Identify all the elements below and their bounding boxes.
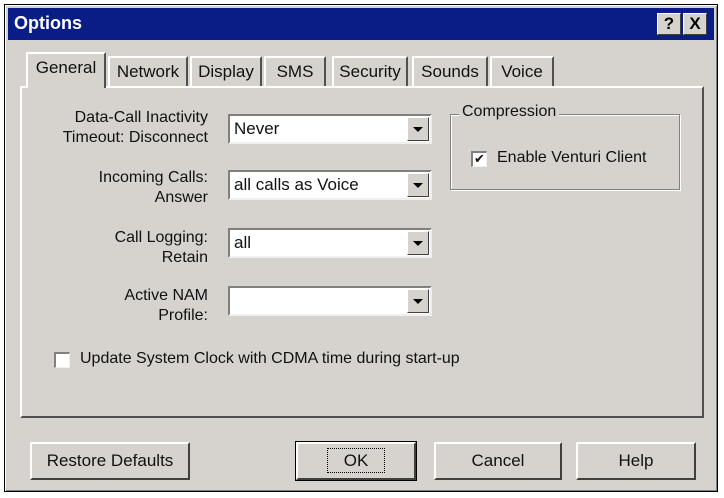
incoming-calls-select[interactable]: all calls as Voice [228, 170, 432, 200]
active-nam-label: Active NAM Profile: [124, 287, 208, 324]
tab-network[interactable]: Network [108, 56, 188, 86]
close-title-button[interactable]: X [683, 13, 707, 35]
restore-defaults-button[interactable]: Restore Defaults [30, 442, 190, 480]
tab-voice[interactable]: Voice [490, 56, 554, 86]
call-logging-value: all [234, 233, 252, 252]
help-title-button[interactable]: ? [657, 13, 681, 35]
dropdown-arrow-icon[interactable] [407, 173, 429, 197]
compression-legend: Compression [459, 103, 560, 121]
title-bar[interactable]: Options ? X [8, 8, 714, 40]
incoming-calls-value: all calls as Voice [234, 175, 359, 194]
tab-display[interactable]: Display [190, 56, 262, 86]
window-title: Options [14, 13, 82, 33]
cancel-button[interactable]: Cancel [434, 442, 562, 480]
data-call-timeout-value: Never [234, 119, 280, 138]
dropdown-arrow-icon[interactable] [407, 117, 429, 141]
data-call-timeout-select[interactable]: Never [228, 114, 432, 144]
ok-button[interactable]: OK [295, 441, 417, 481]
general-tab-panel: Data-Call Inactivity Timeout: Disconnect… [20, 86, 704, 418]
help-button[interactable]: Help [576, 442, 696, 480]
data-call-label: Data-Call Inactivity Timeout: Disconnect [62, 109, 208, 146]
compression-group: Compression ✔ Enable Venturi Client [450, 103, 680, 190]
active-nam-select[interactable] [228, 286, 432, 316]
update-clock-label[interactable]: Update System Clock with CDMA time durin… [80, 350, 460, 368]
dropdown-arrow-icon[interactable] [407, 289, 429, 313]
dropdown-arrow-icon[interactable] [407, 231, 429, 255]
incoming-calls-label: Incoming Calls: Answer [98, 169, 208, 206]
call-logging-label: Call Logging: Retain [114, 229, 208, 266]
tab-sms[interactable]: SMS [264, 56, 326, 86]
call-logging-select[interactable]: all [228, 228, 432, 258]
tab-security[interactable]: Security [332, 56, 408, 86]
update-clock-checkbox[interactable] [54, 352, 70, 368]
tab-sounds[interactable]: Sounds [412, 56, 488, 86]
enable-venturi-checkbox[interactable]: ✔ [471, 151, 487, 167]
tab-general[interactable]: General [26, 52, 106, 88]
enable-venturi-label[interactable]: Enable Venturi Client [497, 149, 646, 167]
